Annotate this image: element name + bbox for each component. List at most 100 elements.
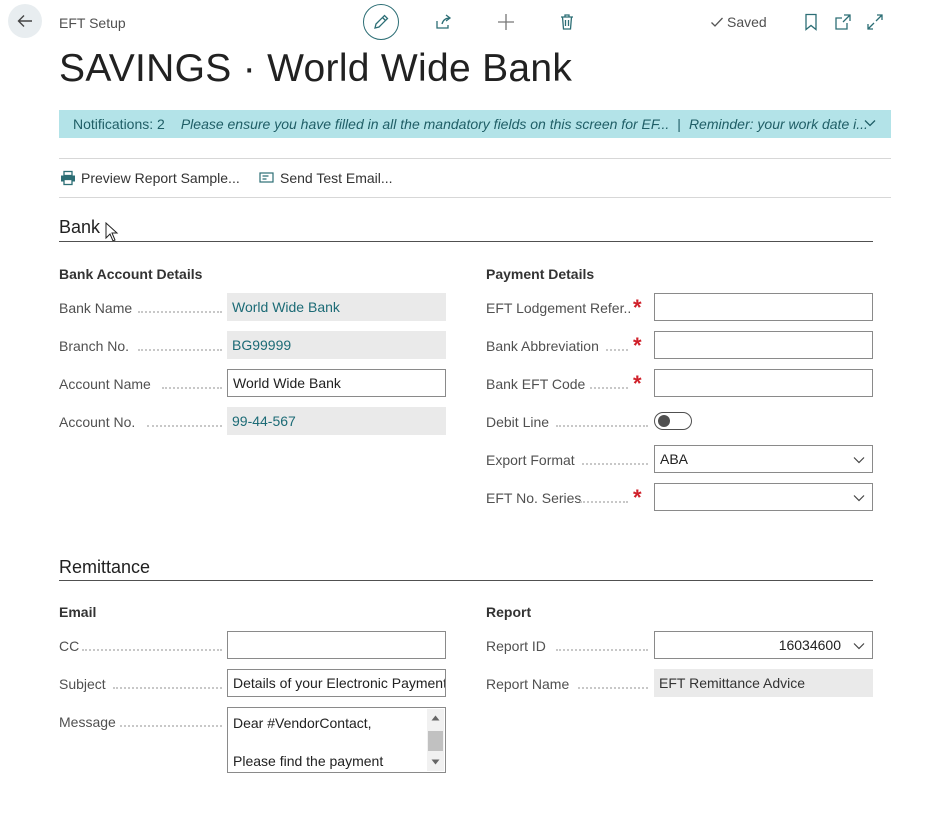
chevron-down-icon xyxy=(853,457,865,464)
open-in-new-icon xyxy=(835,14,851,30)
scrollbar-thumb[interactable] xyxy=(428,731,443,751)
report-name-label: Report Name xyxy=(486,676,570,692)
report-id-select[interactable]: 16034600 xyxy=(654,631,873,659)
plus-icon xyxy=(498,14,514,30)
preview-report-sample-action[interactable]: Preview Report Sample... xyxy=(60,170,240,186)
email-group-title: Email xyxy=(59,604,97,620)
required-asterisk-icon: * xyxy=(633,333,642,358)
account-name-input[interactable]: World Wide Bank xyxy=(227,369,446,397)
export-format-value: ABA xyxy=(660,451,689,467)
chevron-down-icon xyxy=(853,495,865,502)
branch-no-field[interactable]: BG99999 xyxy=(227,331,446,359)
toggle-knob xyxy=(658,415,670,427)
back-button[interactable] xyxy=(8,4,42,38)
bank-name-label: Bank Name xyxy=(59,300,133,316)
arrow-left-icon xyxy=(17,15,32,27)
debit-line-toggle[interactable] xyxy=(654,412,692,430)
edit-button[interactable] xyxy=(363,4,399,40)
export-format-select[interactable]: ABA xyxy=(654,445,873,473)
send-test-email-label: Send Test Email... xyxy=(280,170,393,186)
required-asterisk-icon: * xyxy=(633,485,642,510)
leader-dots xyxy=(138,310,222,313)
subject-label: Subject xyxy=(59,676,106,692)
printer-icon xyxy=(61,170,75,186)
notification-message-2[interactable]: Reminder: your work date i... xyxy=(689,116,868,132)
leader-dots xyxy=(113,686,222,689)
notification-count[interactable]: Notifications: 2 xyxy=(73,116,165,132)
email-icon xyxy=(259,172,274,183)
remittance-section-title[interactable]: Remittance xyxy=(59,557,150,578)
divider xyxy=(59,158,891,159)
eft-lodgement-reference-input[interactable] xyxy=(654,293,873,321)
bank-account-details-title: Bank Account Details xyxy=(59,266,203,282)
message-textarea[interactable]: Dear #VendorContact, Please find the pay… xyxy=(227,707,446,773)
report-group-title: Report xyxy=(486,604,532,620)
mouse-cursor-icon xyxy=(105,222,119,242)
scroll-down-icon[interactable] xyxy=(431,759,440,766)
delete-button[interactable] xyxy=(557,12,577,32)
chevron-down-icon xyxy=(853,643,865,650)
bank-eft-code-input[interactable] xyxy=(654,369,873,397)
divider xyxy=(59,197,891,198)
leader-dots xyxy=(147,424,222,427)
leader-dots xyxy=(582,462,648,465)
leader-dots xyxy=(162,386,222,389)
expand-icon xyxy=(867,14,883,30)
bookmark-icon xyxy=(805,13,817,31)
account-no-label: Account No. xyxy=(59,414,136,430)
share-icon xyxy=(436,14,452,29)
report-id-value: 16034600 xyxy=(778,637,841,653)
eft-no-series-label: EFT No. Series xyxy=(486,490,582,506)
debit-line-label: Debit Line xyxy=(486,414,550,430)
notification-separator: | xyxy=(677,116,681,132)
account-name-label: Account Name xyxy=(59,376,151,392)
report-name-field[interactable]: EFT Remittance Advice xyxy=(654,669,873,697)
message-scrollbar[interactable] xyxy=(427,709,444,771)
notification-message-1[interactable]: Please ensure you have filled in all the… xyxy=(181,116,669,132)
bank-section-title[interactable]: Bank xyxy=(59,217,100,238)
subject-input[interactable]: Details of your Electronic Payment xyxy=(227,669,446,697)
message-line-1: Dear #VendorContact, xyxy=(233,715,372,731)
expand-button[interactable] xyxy=(865,12,885,32)
leader-dots xyxy=(120,724,222,727)
page-title: SAVINGS · World Wide Bank xyxy=(59,47,573,90)
share-button[interactable] xyxy=(433,12,453,32)
send-test-email-action[interactable]: Send Test Email... xyxy=(259,170,393,186)
notification-bar[interactable]: Notifications: 2 Please ensure you have … xyxy=(59,110,891,138)
leader-dots xyxy=(556,648,648,651)
bank-eft-code-label: Bank EFT Code xyxy=(486,376,586,392)
new-button[interactable] xyxy=(496,12,516,32)
bank-name-field[interactable]: World Wide Bank xyxy=(227,293,446,321)
account-no-field[interactable]: 99-44-567 xyxy=(227,407,446,435)
leader-dots xyxy=(580,500,628,503)
leader-dots xyxy=(82,648,222,651)
trash-icon xyxy=(561,14,573,30)
saved-label: Saved xyxy=(727,14,767,30)
section-divider xyxy=(59,241,873,242)
bank-abbreviation-label: Bank Abbreviation xyxy=(486,338,599,354)
saved-status: Saved xyxy=(710,14,767,30)
leader-dots xyxy=(590,386,628,389)
message-line-2: Please find the payment xyxy=(233,753,384,769)
eft-lodgement-reference-label: EFT Lodgement Refer... xyxy=(486,300,631,316)
leader-dots xyxy=(606,348,628,351)
cc-input[interactable] xyxy=(227,631,446,659)
bookmark-button[interactable] xyxy=(801,12,821,32)
open-new-window-button[interactable] xyxy=(833,12,853,32)
breadcrumb[interactable]: EFT Setup xyxy=(59,15,126,31)
cc-label: CC xyxy=(59,638,80,654)
bank-abbreviation-input[interactable] xyxy=(654,331,873,359)
pencil-icon xyxy=(374,14,389,29)
leader-dots xyxy=(556,424,648,427)
message-label: Message xyxy=(59,714,116,730)
chevron-down-icon[interactable] xyxy=(863,116,877,130)
check-icon xyxy=(711,17,723,27)
payment-details-title: Payment Details xyxy=(486,266,595,282)
scroll-up-icon[interactable] xyxy=(431,714,440,721)
leader-dots xyxy=(138,348,222,351)
branch-no-label: Branch No. xyxy=(59,338,130,354)
preview-report-sample-label: Preview Report Sample... xyxy=(81,170,240,186)
required-asterisk-icon: * xyxy=(633,295,642,320)
eft-no-series-select[interactable] xyxy=(654,483,873,511)
leader-dots xyxy=(578,686,648,689)
